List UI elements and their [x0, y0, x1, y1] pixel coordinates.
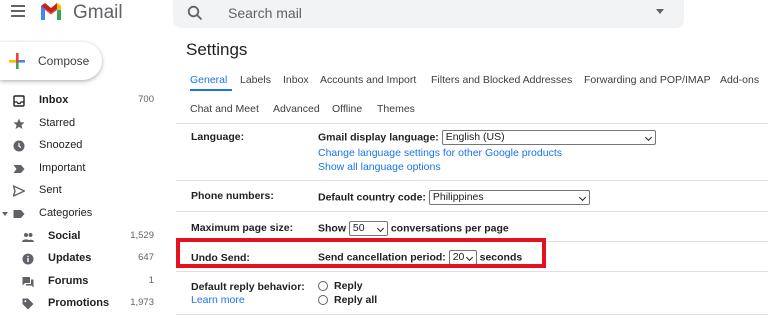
main-menu-icon[interactable]: [11, 5, 25, 19]
sidebar-item-label: Snoozed: [39, 139, 83, 152]
country-code-select[interactable]: Philippines: [428, 190, 590, 205]
active-tab-indicator: [190, 89, 232, 91]
sidebar-item-promotions[interactable]: Promotions 1,973: [0, 293, 165, 316]
tab-advanced[interactable]: Advanced: [273, 103, 320, 115]
show-label: Show: [318, 222, 346, 235]
divider: [176, 314, 768, 315]
display-language-select[interactable]: English (US): [441, 130, 656, 145]
tag-icon: [22, 298, 34, 310]
updates-count: 647: [138, 252, 154, 264]
inbox-count: 700: [138, 94, 154, 105]
sidebar-item-inbox[interactable]: Inbox 700: [0, 90, 165, 113]
divider: [176, 211, 768, 212]
top-bar: Gmail Search mail: [0, 0, 768, 28]
divider: [176, 180, 768, 181]
info-icon: [22, 253, 34, 265]
tab-chat-and-meet[interactable]: Chat and Meet: [190, 103, 259, 115]
forums-count: 1: [148, 274, 154, 286]
sidebar-item-label: Important: [39, 161, 86, 174]
page-size-setting: Show 50 conversations per page: [318, 221, 509, 236]
display-language-value: English (US): [445, 131, 505, 143]
language-label: Language:: [191, 131, 245, 143]
gmail-logo-icon[interactable]: [39, 1, 63, 21]
sidebar-item-sent[interactable]: Sent: [0, 180, 165, 203]
change-language-link[interactable]: Change language settings for other Googl…: [318, 147, 562, 159]
sidebar-item-label: Updates: [48, 252, 92, 265]
search-input[interactable]: Search mail: [228, 5, 302, 21]
sidebar-item-forums[interactable]: Forums 1: [0, 271, 165, 294]
tab-themes[interactable]: Themes: [377, 103, 415, 115]
reply-all-option-label: Reply all: [334, 294, 378, 306]
sidebar-nav: Inbox 700 Starred Snoozed Important Sent…: [0, 90, 165, 316]
tab-general[interactable]: General: [190, 74, 227, 86]
send-icon: [13, 185, 25, 198]
inbox-icon: [13, 95, 25, 107]
sidebar-item-important[interactable]: Important: [0, 158, 165, 181]
divider: [176, 271, 768, 272]
people-icon: [22, 232, 34, 242]
clock-icon: [13, 140, 25, 152]
search-bar[interactable]: Search mail: [173, 0, 684, 28]
sidebar-item-categories[interactable]: Categories: [0, 203, 165, 226]
compose-button[interactable]: Compose: [0, 42, 102, 80]
reply-all-radio[interactable]: [318, 295, 328, 306]
important-icon: [13, 164, 25, 173]
learn-more-link[interactable]: Learn more: [191, 294, 245, 306]
chevron-down-icon: [578, 193, 586, 202]
sidebar-item-label: Social: [48, 229, 81, 242]
page-size-suffix: conversations per page: [390, 222, 509, 235]
reply-radio[interactable]: [318, 281, 328, 292]
page-size-label: Maximum page size:: [191, 222, 294, 234]
sidebar-item-updates[interactable]: Updates 647: [0, 248, 165, 271]
page-size-select[interactable]: 50: [348, 221, 388, 236]
page-title: Settings: [186, 40, 248, 59]
country-code-label: Default country code:: [318, 191, 426, 204]
tab-offline[interactable]: Offline: [332, 103, 362, 115]
reply-option[interactable]: Reply: [318, 280, 363, 292]
page-size-value: 50: [352, 222, 365, 234]
language-setting: Gmail display language: English (US): [318, 130, 656, 145]
tab-accounts-and-import[interactable]: Accounts and Import: [320, 74, 416, 86]
brand-name[interactable]: Gmail: [73, 2, 123, 24]
search-options-icon[interactable]: [656, 9, 664, 14]
sidebar-item-label: Starred: [39, 116, 76, 129]
sidebar-item-label: Promotions: [48, 297, 110, 310]
chevron-down-icon: [376, 224, 384, 233]
label-icon: [13, 209, 25, 218]
tab-labels[interactable]: Labels: [240, 74, 271, 86]
tab-forwarding-and-pop-imap[interactable]: Forwarding and POP/IMAP: [584, 74, 711, 86]
star-icon: [13, 118, 25, 129]
display-language-label: Gmail display language:: [318, 131, 439, 144]
settings-tabs-row-2: Chat and Meet Advanced Offline Themes: [176, 103, 768, 117]
compose-label: Compose: [38, 54, 90, 68]
phone-numbers-label: Phone numbers:: [191, 190, 274, 202]
promotions-count: 1,973: [130, 297, 154, 309]
sidebar-item-label: Categories: [39, 206, 93, 219]
reply-behavior-label: Default reply behavior:: [191, 281, 305, 293]
settings-tabs-row-1: General Labels Inbox Accounts and Import…: [176, 74, 768, 88]
sidebar-item-snoozed[interactable]: Snoozed: [0, 135, 165, 158]
highlight-box: [176, 238, 546, 268]
tab-inbox[interactable]: Inbox: [283, 74, 309, 86]
sidebar-item-label: Inbox: [39, 94, 69, 106]
country-code-value: Philippines: [432, 191, 484, 203]
reply-option-label: Reply: [334, 280, 363, 292]
phone-setting: Default country code: Philippines: [318, 190, 590, 205]
compose-plus-icon: [9, 53, 25, 69]
tab-add-ons[interactable]: Add-ons: [720, 74, 759, 86]
chevron-down-icon: [644, 133, 652, 142]
show-all-languages-link[interactable]: Show all language options: [318, 161, 441, 173]
sidebar-item-label: Sent: [39, 184, 62, 197]
forum-icon: [22, 276, 34, 288]
divider: [176, 123, 768, 124]
expand-caret-icon[interactable]: [2, 211, 8, 216]
tab-filters-and-blocked-addresses[interactable]: Filters and Blocked Addresses: [431, 74, 572, 86]
search-icon[interactable]: [187, 5, 203, 21]
sidebar-item-social[interactable]: Social 1,529: [0, 226, 165, 249]
social-count: 1,529: [130, 229, 154, 241]
sidebar-item-label: Forums: [48, 274, 89, 287]
sidebar-item-starred[interactable]: Starred: [0, 113, 165, 136]
reply-all-option[interactable]: Reply all: [318, 294, 377, 306]
